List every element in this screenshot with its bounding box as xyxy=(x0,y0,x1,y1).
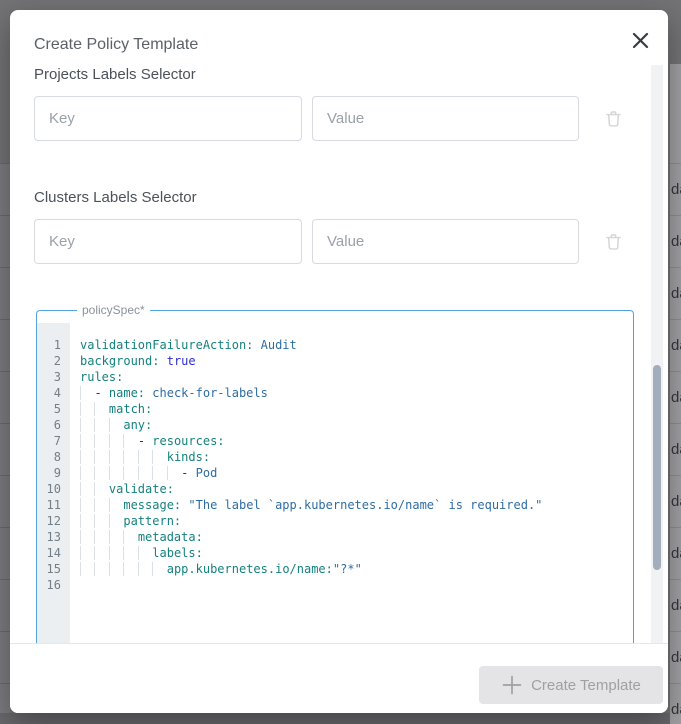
clusters-labels-selector-label: Clusters Labels Selector xyxy=(34,189,197,206)
code-content[interactable]: validationFailureAction: Auditbackground… xyxy=(70,323,633,643)
dialog-title: Create Policy Template xyxy=(34,36,198,54)
code-line: metadata: xyxy=(80,529,633,545)
line-number: 14 xyxy=(37,545,61,561)
background-table-strip: da da da da da da da da da da da xyxy=(670,64,681,724)
background-table-row: da xyxy=(670,371,681,423)
close-icon xyxy=(631,31,650,53)
scrollbar-thumb[interactable] xyxy=(653,365,661,570)
background-table-row: da xyxy=(670,319,681,371)
line-number: 6 xyxy=(37,417,61,433)
line-number: 3 xyxy=(37,369,61,385)
line-number: 7 xyxy=(37,433,61,449)
projects-key-input[interactable] xyxy=(34,96,302,141)
code-line: validate: xyxy=(80,481,633,497)
background-table-row xyxy=(0,163,10,215)
background-table-row: da xyxy=(670,423,681,475)
background-table-row xyxy=(0,371,10,423)
create-template-button[interactable]: Create Template xyxy=(479,666,663,704)
code-line: background: true xyxy=(80,353,633,369)
background-row-text: da xyxy=(670,441,681,458)
background-table-row xyxy=(0,215,10,267)
background-table-rows: da da da da da da da da da da da xyxy=(670,163,681,724)
line-number: 12 xyxy=(37,513,61,529)
line-number: 13 xyxy=(37,529,61,545)
background-left-strip xyxy=(0,163,10,724)
trash-icon xyxy=(603,108,624,132)
line-number: 11 xyxy=(37,497,61,513)
plus-icon xyxy=(501,674,523,696)
projects-value-input[interactable] xyxy=(312,96,579,141)
line-number: 5 xyxy=(37,401,61,417)
clusters-value-input[interactable] xyxy=(312,219,579,264)
background-table-row xyxy=(0,423,10,475)
projects-delete-row-button[interactable] xyxy=(600,107,626,133)
policy-spec-legend: policySpec* xyxy=(77,303,150,317)
background-table-row: da xyxy=(670,579,681,631)
background-table-row xyxy=(0,527,10,579)
create-policy-template-dialog: Create Policy Template Projects Labels S… xyxy=(10,10,668,713)
line-numbers: 12345678910111213141516 xyxy=(37,323,70,643)
trash-icon xyxy=(603,231,624,255)
line-number: 1 xyxy=(37,337,61,353)
line-number: 8 xyxy=(37,449,61,465)
projects-labels-selector-label: Projects Labels Selector xyxy=(34,66,196,83)
close-button[interactable] xyxy=(624,26,656,58)
clusters-delete-row-button[interactable] xyxy=(600,230,626,256)
code-line: validationFailureAction: Audit xyxy=(80,337,633,353)
background-row-text: da xyxy=(670,597,681,614)
line-number: 10 xyxy=(37,481,61,497)
code-line xyxy=(80,577,633,593)
background-row-text: da xyxy=(670,649,681,666)
background-row-text: da xyxy=(670,337,681,354)
background-table-row: da xyxy=(670,215,681,267)
background-row-text: da xyxy=(670,285,681,302)
dialog-footer: Create Template xyxy=(10,643,668,713)
background-table-row xyxy=(0,475,10,527)
dialog-scrollbar[interactable] xyxy=(651,65,663,643)
background-table-row: da xyxy=(670,527,681,579)
line-number: 16 xyxy=(37,577,61,593)
code-line: pattern: xyxy=(80,513,633,529)
policy-spec-editor[interactable]: policySpec* 12345678910111213141516 vali… xyxy=(36,303,634,643)
code-line: app.kubernetes.io/name:"?*" xyxy=(80,561,633,577)
background-table-row: da xyxy=(670,163,681,215)
background-table-row xyxy=(0,267,10,319)
line-number: 2 xyxy=(37,353,61,369)
background-row-text: da xyxy=(670,493,681,510)
background-row-text: da xyxy=(670,389,681,406)
code-line: any: xyxy=(80,417,633,433)
code-line: - resources: xyxy=(80,433,633,449)
line-number: 4 xyxy=(37,385,61,401)
background-bottom-strip xyxy=(0,713,670,724)
code-line: - Pod xyxy=(80,465,633,481)
background-table-row: da xyxy=(670,267,681,319)
background-row-text: da xyxy=(670,545,681,562)
code-line: labels: xyxy=(80,545,633,561)
background-row-text: da xyxy=(670,701,681,718)
code-line: rules: xyxy=(80,369,633,385)
line-number: 9 xyxy=(37,465,61,481)
background-table-row xyxy=(0,579,10,631)
create-template-label: Create Template xyxy=(531,677,641,694)
code-line: message: "The label `app.kubernetes.io/n… xyxy=(80,497,633,513)
background-table-row: da xyxy=(670,631,681,683)
line-number: 15 xyxy=(37,561,61,577)
code-line: - name: check-for-labels xyxy=(80,385,633,401)
background-table-row xyxy=(0,631,10,683)
code-line: match: xyxy=(80,401,633,417)
background-row-text: da xyxy=(670,233,681,250)
clusters-key-input[interactable] xyxy=(34,219,302,264)
background-table-row xyxy=(0,319,10,371)
code-line: kinds: xyxy=(80,449,633,465)
background-table-row: da xyxy=(670,475,681,527)
background-row-text: da xyxy=(670,181,681,198)
background-table-row: da xyxy=(670,683,681,724)
